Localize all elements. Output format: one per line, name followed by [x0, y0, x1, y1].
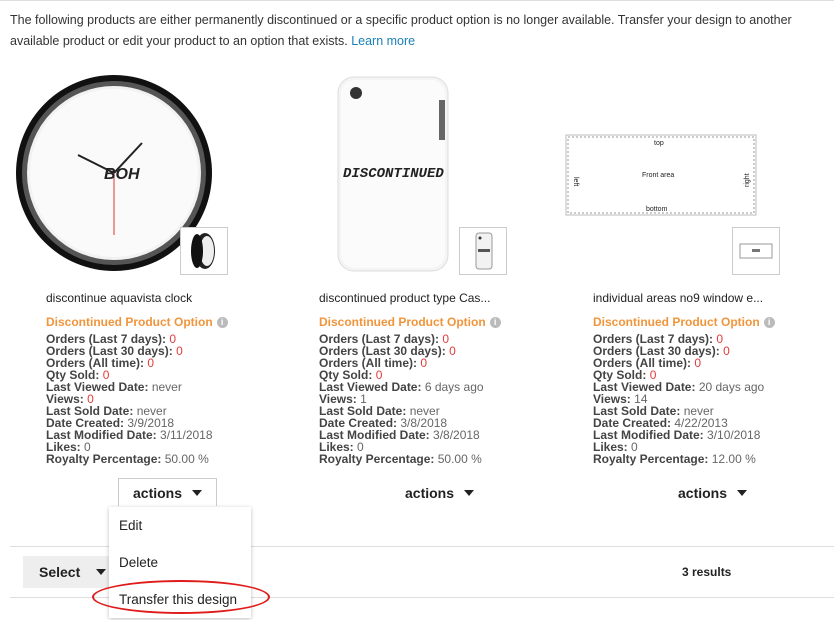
- stat-value: 0: [694, 356, 702, 370]
- product-stats: Orders (Last 7 days): 0 Orders (Last 30 d…: [593, 333, 764, 465]
- svg-text:right: right: [744, 173, 751, 187]
- highlight-annotation: [92, 580, 270, 614]
- stat-key: Royalty Percentage:: [46, 452, 162, 466]
- caret-down-icon: [96, 569, 107, 575]
- actions-label: actions: [133, 484, 183, 501]
- info-icon[interactable]: i: [763, 316, 775, 328]
- caret-down-icon: [192, 489, 203, 496]
- stat-value: 6 days ago: [424, 380, 484, 394]
- clock-thumb-icon: [191, 233, 215, 269]
- stat-value: 50.00 %: [164, 452, 209, 466]
- svg-text:left: left: [572, 177, 579, 186]
- info-icon[interactable]: i: [216, 316, 228, 328]
- product-name[interactable]: individual areas no9 window e...: [593, 291, 793, 305]
- stat-key: Royalty Percentage:: [593, 452, 709, 466]
- actions-dropdown-2[interactable]: actions: [391, 479, 488, 507]
- svg-text:BOH: BOH: [104, 166, 140, 183]
- stat-value: 0: [723, 344, 730, 358]
- select-label: Select: [39, 564, 81, 580]
- product-stats: Orders (Last 7 days): 0 Orders (Last 30 d…: [319, 333, 484, 465]
- svg-text:bottom: bottom: [646, 206, 668, 213]
- results-count: 3 results: [682, 565, 732, 579]
- actions-label: actions: [678, 485, 728, 501]
- status-text: Discontinued Product Option: [319, 315, 486, 329]
- stat-value: 3/10/2018: [707, 428, 761, 442]
- product-image-envelope[interactable]: top bottom Front area left right: [556, 75, 786, 280]
- thumbnail-case[interactable]: [459, 227, 507, 275]
- product-card-clock: BOH discontinue aquavista clock Disconti…: [10, 75, 240, 465]
- status-text: Discontinued Product Option: [593, 315, 760, 329]
- thumbnail-clock[interactable]: [180, 227, 228, 275]
- stat-value: 0: [176, 344, 183, 358]
- menu-item-edit[interactable]: Edit: [109, 507, 251, 544]
- svg-text:top: top: [654, 140, 664, 147]
- stat-key: Royalty Percentage:: [319, 452, 435, 466]
- stat-row: Royalty Percentage: 12.00 %: [593, 453, 764, 465]
- thumbnail-envelope[interactable]: [732, 227, 780, 275]
- svg-text:DISCONTINUED: DISCONTINUED: [343, 166, 444, 182]
- product-stats: Orders (Last 7 days): 0 Orders (Last 30 d…: [46, 333, 213, 465]
- status-text: Discontinued Product Option: [46, 315, 213, 329]
- product-image-clock[interactable]: BOH: [10, 75, 240, 280]
- actions-dropdown-3[interactable]: actions: [664, 479, 761, 507]
- product-card-envelope: top bottom Front area left right individ…: [556, 75, 786, 465]
- stat-value: 20 days ago: [698, 380, 765, 394]
- product-name[interactable]: discontinued product type Cas...: [319, 291, 519, 305]
- menu-item-delete[interactable]: Delete: [109, 544, 251, 581]
- discontinued-notice: The following products are either perman…: [10, 10, 825, 52]
- stat-row: Royalty Percentage: 50.00 %: [46, 453, 213, 465]
- stat-value: 12.00 %: [711, 452, 756, 466]
- stat-value: 50.00 %: [437, 452, 482, 466]
- select-dropdown[interactable]: Select: [23, 556, 113, 588]
- caret-down-icon: [464, 490, 475, 496]
- status-label: Discontinued Product Option i: [46, 315, 228, 329]
- status-label: Discontinued Product Option i: [593, 315, 775, 329]
- status-label: Discontinued Product Option i: [319, 315, 501, 329]
- actions-dropdown-1[interactable]: actions: [118, 478, 218, 506]
- product-card-case: DISCONTINUED discontinued product type C…: [283, 75, 513, 465]
- stat-value: 3/11/2018: [160, 428, 213, 442]
- stat-value: 3/8/2018: [433, 428, 480, 442]
- product-image-case[interactable]: DISCONTINUED: [283, 75, 513, 280]
- top-divider: [0, 0, 834, 1]
- envelope-thumb-icon: [739, 243, 773, 259]
- learn-more-link[interactable]: Learn more: [351, 34, 415, 48]
- info-icon[interactable]: i: [489, 316, 501, 328]
- stat-value: never: [151, 380, 182, 394]
- product-name[interactable]: discontinue aquavista clock: [46, 291, 246, 305]
- stat-row: Royalty Percentage: 50.00 %: [319, 453, 484, 465]
- stat-value: 0: [449, 344, 456, 358]
- case-thumb-icon: [475, 232, 493, 270]
- stat-value: 0: [420, 356, 428, 370]
- caret-down-icon: [737, 490, 748, 496]
- actions-label: actions: [405, 485, 455, 501]
- svg-text:Front area: Front area: [642, 172, 674, 179]
- stat-value: 0: [147, 356, 155, 370]
